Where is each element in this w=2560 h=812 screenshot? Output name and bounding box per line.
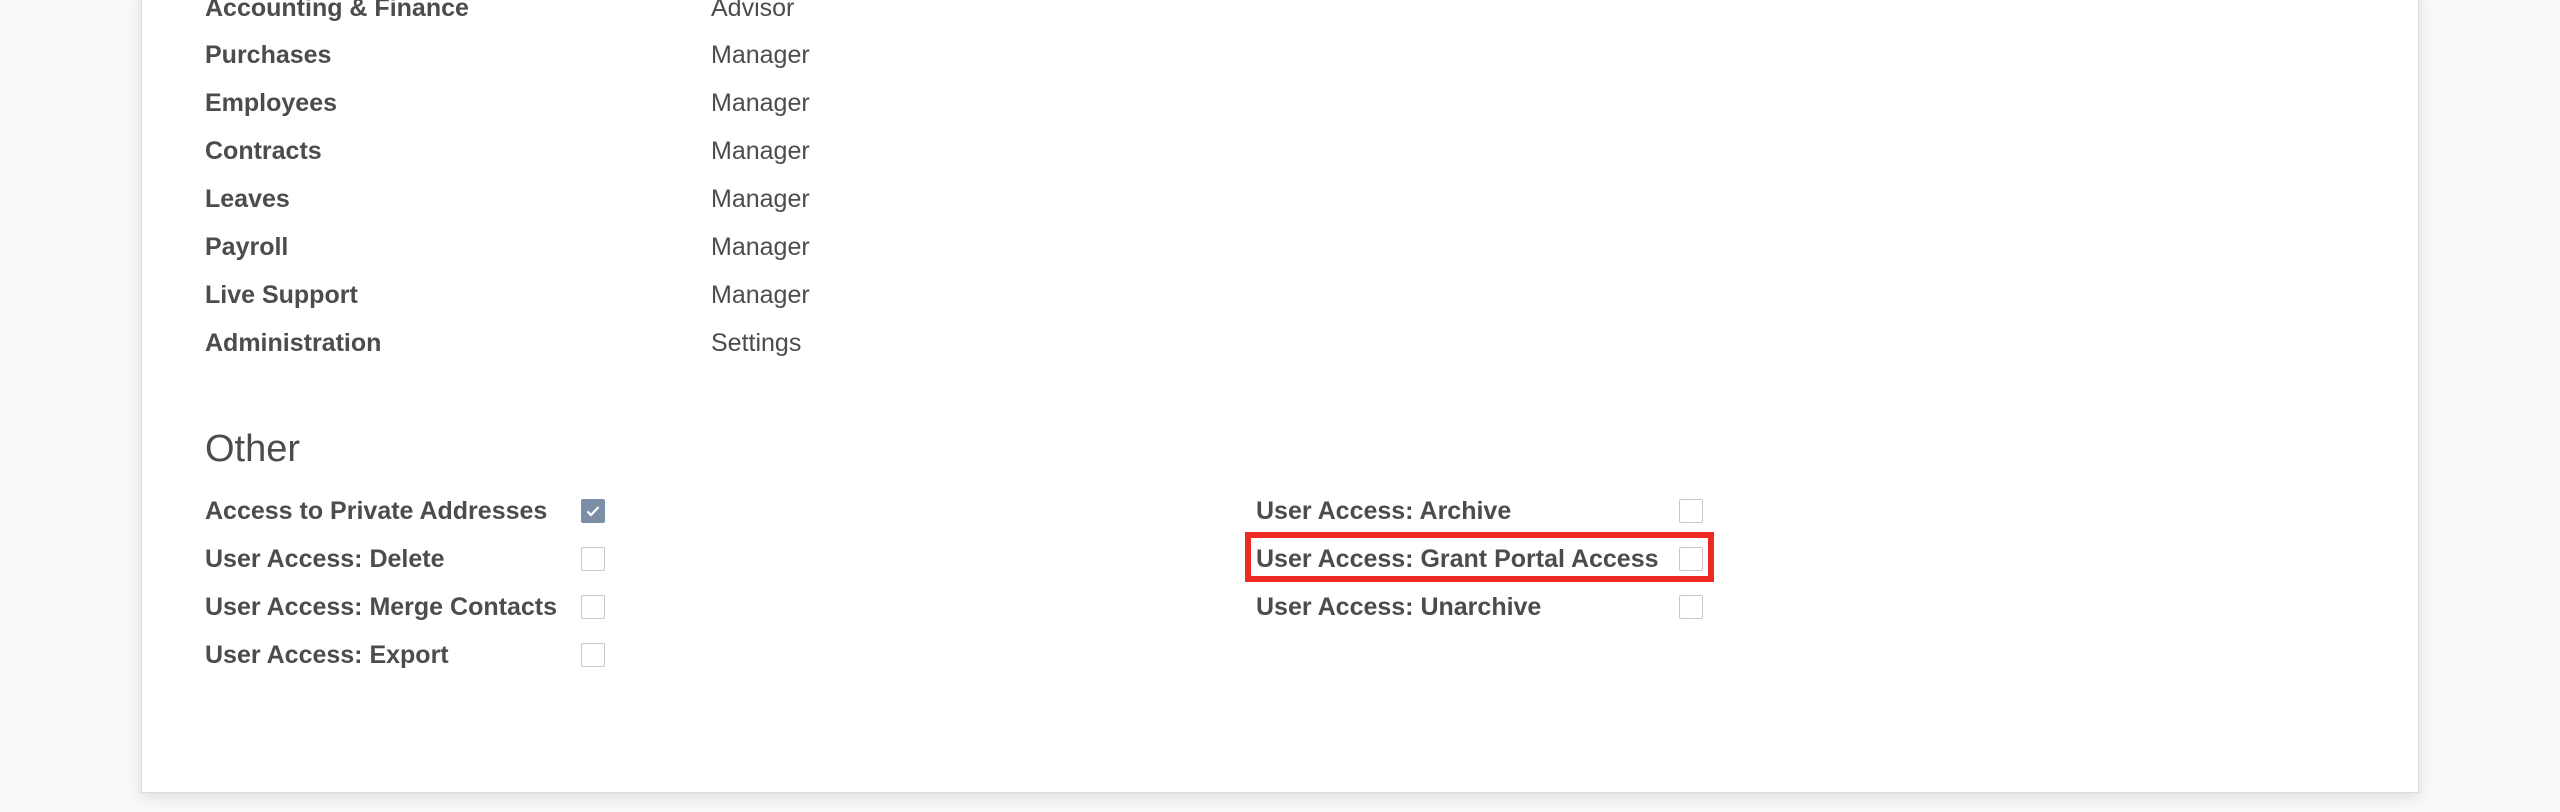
group-label: Accounting & Finance xyxy=(205,0,469,22)
private-addresses-checkbox[interactable] xyxy=(581,499,605,523)
group-row: Employees Manager xyxy=(205,83,810,123)
group-label: Leaves xyxy=(205,184,290,213)
archive-checkbox[interactable] xyxy=(1679,499,1703,523)
group-value-select[interactable]: Manager xyxy=(711,137,810,166)
checkbox-label: User Access: Merge Contacts xyxy=(205,592,557,621)
group-row: Leaves Manager xyxy=(205,179,810,219)
checkbox-label: User Access: Export xyxy=(205,640,449,669)
group-label: Employees xyxy=(205,88,338,117)
export-checkbox[interactable] xyxy=(581,643,605,667)
checkbox-row: Access to Private Addresses xyxy=(205,491,547,531)
group-value-select[interactable]: Manager xyxy=(711,185,810,214)
group-label: Contracts xyxy=(205,136,322,165)
checkbox-row: User Access: Export xyxy=(205,635,449,675)
checkbox-row: User Access: Delete xyxy=(205,539,445,579)
group-row: Administration Settings xyxy=(205,323,805,363)
section-title-other: Other xyxy=(205,428,301,470)
group-row: Contracts Manager xyxy=(205,131,810,171)
checkbox-label: User Access: Unarchive xyxy=(1256,592,1542,621)
group-value-select[interactable]: Manager xyxy=(711,281,810,310)
checkbox-row: User Access: Merge Contacts xyxy=(205,587,557,627)
group-label: Purchases xyxy=(205,40,332,69)
checkbox-row: User Access: Unarchive xyxy=(1256,587,1541,627)
group-value-select[interactable]: Manager xyxy=(711,89,810,118)
checkbox-label: User Access: Archive xyxy=(1256,496,1512,525)
delete-checkbox[interactable] xyxy=(581,547,605,571)
group-row: Purchases Manager xyxy=(205,35,810,75)
group-row: Accounting & Finance Advisor xyxy=(205,0,805,28)
group-label: Administration xyxy=(205,328,382,357)
group-row: Live Support Manager xyxy=(205,275,810,315)
group-label: Live Support xyxy=(205,280,358,309)
checkbox-label: User Access: Delete xyxy=(205,544,445,573)
group-label: Payroll xyxy=(205,232,289,261)
group-row: Payroll Manager xyxy=(205,227,810,267)
group-value-select[interactable]: Settings xyxy=(711,329,801,358)
group-value-select[interactable]: Manager xyxy=(711,41,810,70)
check-icon xyxy=(586,506,600,517)
group-value-select[interactable]: Manager xyxy=(711,233,810,262)
merge-contacts-checkbox[interactable] xyxy=(581,595,605,619)
unarchive-checkbox[interactable] xyxy=(1679,595,1703,619)
group-value-select[interactable]: Advisor xyxy=(711,0,794,23)
checkbox-row: User Access: Archive xyxy=(1256,491,1511,531)
checkbox-label: Access to Private Addresses xyxy=(205,496,548,525)
highlight-box xyxy=(1245,532,1714,582)
